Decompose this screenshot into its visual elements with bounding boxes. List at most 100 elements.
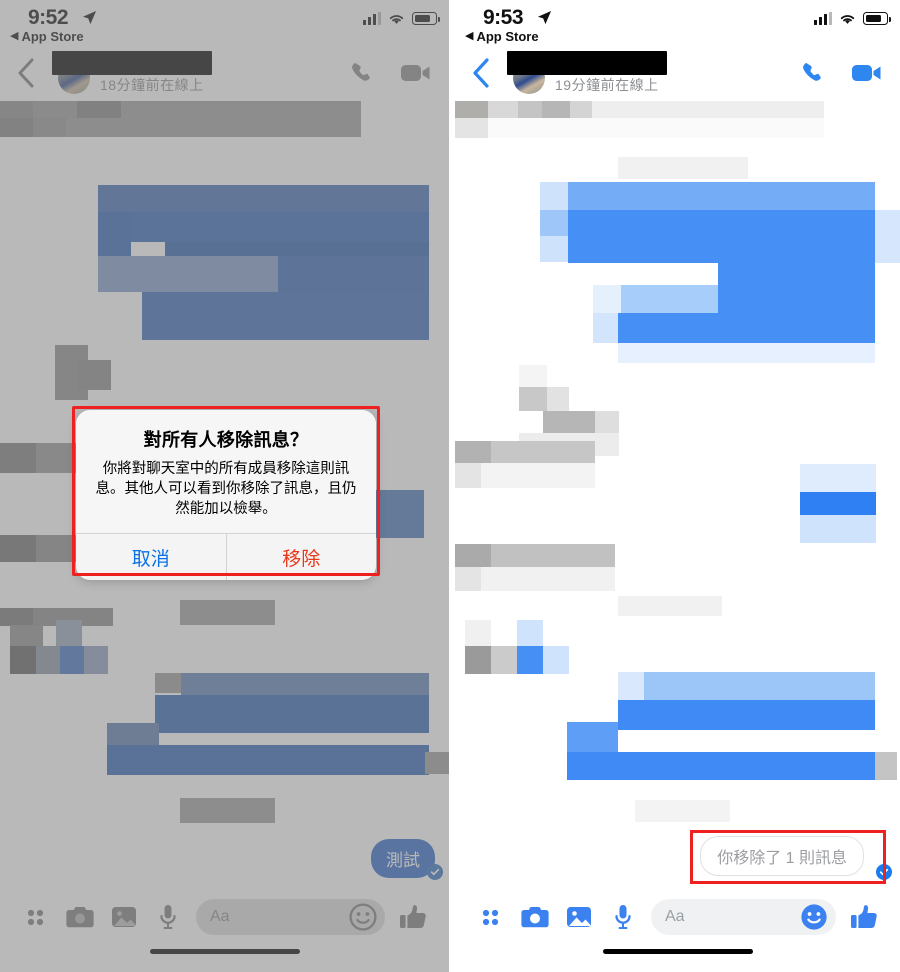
censored-message-block: [33, 101, 77, 118]
right-composer: Aa: [455, 886, 900, 972]
censored-message-block: [84, 646, 108, 674]
censored-message-block: [567, 752, 875, 780]
photo-icon[interactable]: [102, 895, 146, 939]
outgoing-message-bubble[interactable]: 測試: [371, 839, 435, 878]
censored-message-block: [77, 101, 121, 118]
right-chat-header: 19分鐘前在線上: [455, 48, 900, 98]
censored-message-block: [543, 411, 595, 433]
message-input[interactable]: Aa: [196, 899, 385, 935]
camera-icon[interactable]: [58, 895, 102, 939]
battery-icon: [412, 12, 440, 25]
right-status-bar: 9:53 ◀ App Store: [455, 0, 900, 48]
location-arrow-icon: [537, 10, 552, 25]
censored-message-block: [518, 101, 542, 118]
chevron-left-icon[interactable]: [15, 57, 37, 89]
censored-message-block: [519, 387, 547, 411]
censored-message-block: [0, 443, 36, 473]
comparison-screenshot: 9:52 ◀ App Store 18分鐘前在線上 測試 Aa 對所有人移除訊息…: [0, 0, 900, 972]
status-indicators: [363, 12, 440, 25]
censored-message-block: [875, 210, 900, 263]
censored-message-block: [56, 620, 82, 646]
battery-icon: [863, 12, 891, 25]
location-arrow-icon: [82, 10, 97, 25]
home-indicator: [602, 949, 753, 954]
smiley-icon[interactable]: [800, 903, 828, 936]
thumbs-up-icon[interactable]: [391, 895, 435, 939]
censored-message-block: [60, 646, 84, 674]
censored-message-block: [0, 535, 36, 562]
censored-message-block: [542, 101, 570, 118]
censored-message-block: [107, 745, 429, 775]
censored-message-block: [595, 411, 619, 433]
back-triangle-icon: ◀: [465, 30, 474, 42]
censored-message-block: [592, 101, 824, 118]
photo-icon[interactable]: [557, 895, 601, 939]
censored-message-block: [540, 210, 568, 236]
censored-message-block: [568, 210, 875, 263]
status-indicators: [814, 12, 891, 25]
censored-message-block: [455, 441, 491, 463]
right-message-list[interactable]: [455, 98, 900, 904]
censored-message-block: [66, 118, 361, 137]
censored-message-block: [593, 313, 618, 343]
censored-message-block: [425, 752, 449, 774]
censored-message-block: [543, 646, 569, 674]
censored-message-block: [36, 646, 60, 674]
removed-message-text: 你移除了 1 則訊息: [717, 850, 847, 867]
thumbs-up-icon[interactable]: [842, 895, 886, 939]
status-time: 9:53: [483, 6, 524, 29]
camera-icon[interactable]: [513, 895, 557, 939]
cellular-signal-icon: [363, 12, 381, 25]
censored-message-block: [519, 365, 547, 387]
censored-message-block: [0, 608, 33, 626]
censored-message-block: [10, 646, 36, 674]
censored-message-block: [618, 343, 875, 363]
censored-message-block: [180, 798, 275, 823]
censored-message-block: [121, 101, 361, 118]
censored-message-block: [488, 101, 518, 118]
censored-message-block: [142, 292, 429, 340]
censored-message-block: [800, 492, 876, 515]
censored-message-block: [155, 695, 429, 733]
censored-message-block: [491, 646, 517, 674]
left-chat-header: 18分鐘前在線上: [0, 48, 449, 98]
censored-message-block: [491, 544, 615, 567]
apps-grid-icon[interactable]: [14, 895, 58, 939]
smiley-icon[interactable]: [349, 903, 377, 936]
censored-message-block: [491, 441, 595, 463]
back-to-app-store[interactable]: ◀ App Store: [10, 29, 84, 44]
message-text: 測試: [386, 851, 420, 870]
phone-icon[interactable]: [349, 60, 374, 85]
message-input[interactable]: Aa: [651, 899, 836, 935]
censored-message-block: [517, 646, 543, 674]
dialog-annotation-box: [72, 406, 380, 576]
censored-message-block: [618, 672, 644, 700]
microphone-icon[interactable]: [146, 895, 190, 939]
censored-message-block: [455, 101, 488, 118]
wifi-icon: [840, 15, 855, 24]
removed-message-notice: 你移除了 1 則訊息: [700, 836, 864, 876]
censored-message-block: [0, 101, 33, 118]
video-camera-icon[interactable]: [400, 62, 431, 84]
censored-message-block: [618, 157, 748, 179]
censored-message-block: [131, 212, 429, 242]
right-phone-screen: 9:53 ◀ App Store 19分鐘前在線上 你移除了 1 則訊息 Aa: [455, 0, 900, 972]
censored-message-block: [374, 490, 424, 538]
censored-message-block: [455, 118, 488, 138]
censored-message-block: [98, 185, 429, 212]
censored-message-block: [517, 620, 543, 646]
apps-grid-icon[interactable]: [469, 895, 513, 939]
censored-message-block: [455, 544, 491, 567]
left-phone-screen: 9:52 ◀ App Store 18分鐘前在線上 測試 Aa 對所有人移除訊息…: [0, 0, 449, 972]
microphone-icon[interactable]: [601, 895, 645, 939]
censored-message-block: [618, 596, 722, 616]
left-toolbar: Aa: [0, 894, 449, 940]
censored-message-block: [618, 313, 875, 343]
censored-message-block: [33, 118, 66, 137]
phone-icon[interactable]: [800, 60, 825, 85]
chevron-left-icon[interactable]: [470, 57, 492, 89]
censored-message-block: [455, 567, 481, 591]
seen-check-icon: [876, 864, 892, 880]
back-to-app-store[interactable]: ◀ App Store: [465, 29, 539, 44]
video-camera-icon[interactable]: [851, 62, 882, 84]
